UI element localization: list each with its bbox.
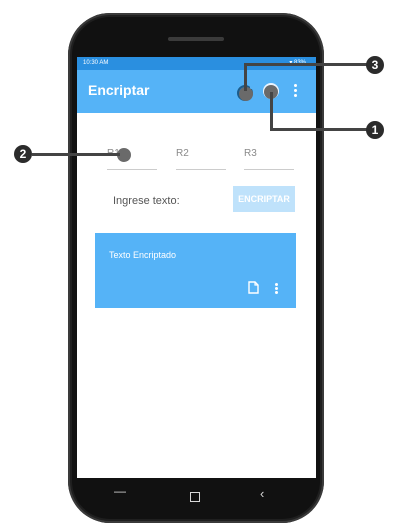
annotation-line bbox=[244, 63, 247, 91]
copy-icon[interactable] bbox=[248, 281, 259, 294]
text-prompt-label: Ingrese texto: bbox=[113, 195, 180, 207]
result-card: Texto Encriptado bbox=[95, 233, 296, 308]
annotation-line bbox=[32, 153, 120, 156]
card-more-vert-icon[interactable] bbox=[275, 283, 278, 295]
recent-apps-icon[interactable]: — bbox=[114, 484, 126, 498]
r3-field bbox=[244, 143, 294, 170]
more-vert-icon[interactable] bbox=[294, 84, 298, 100]
nav-bar: — ‹ bbox=[77, 480, 316, 510]
phone-speaker bbox=[168, 37, 224, 41]
encrypt-button[interactable]: ENCRIPTAR bbox=[233, 186, 295, 212]
r3-input[interactable] bbox=[244, 148, 294, 159]
annotation-badge-1: 1 bbox=[366, 121, 384, 139]
app-bar: Encriptar bbox=[77, 70, 316, 113]
annotation-line bbox=[270, 128, 368, 131]
home-icon[interactable] bbox=[190, 492, 200, 502]
annotation-line bbox=[244, 63, 368, 66]
app-screen: 10:30 AM ▾ 83% Encriptar Ingrese texto: … bbox=[77, 57, 316, 478]
annotation-badge-2: 2 bbox=[14, 145, 32, 163]
annotation-line bbox=[270, 92, 273, 130]
back-icon[interactable]: ‹ bbox=[260, 486, 264, 501]
result-label: Texto Encriptado bbox=[109, 250, 177, 260]
status-time: 10:30 AM bbox=[83, 60, 109, 66]
r1-field bbox=[107, 143, 157, 170]
page-title: Encriptar bbox=[88, 82, 150, 98]
r2-input[interactable] bbox=[176, 148, 226, 159]
annotation-badge-3: 3 bbox=[366, 56, 384, 74]
r2-field bbox=[176, 143, 226, 170]
